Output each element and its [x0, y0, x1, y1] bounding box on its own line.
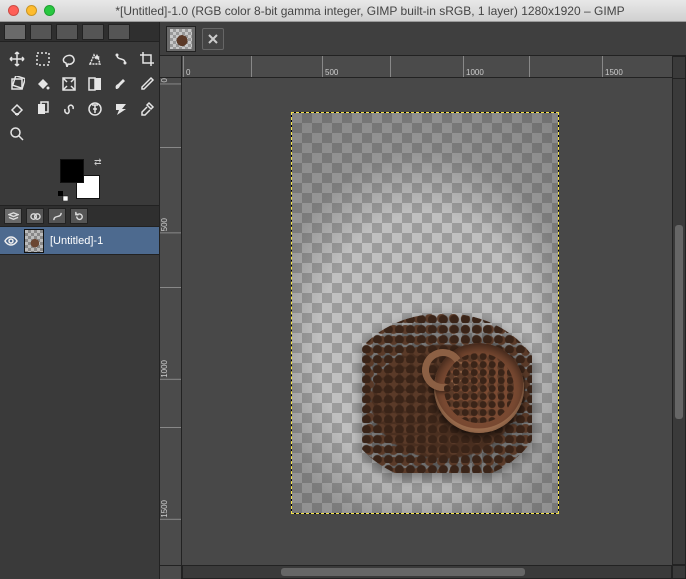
canvas-navigation-button[interactable] — [672, 565, 686, 579]
document-tab-thumbnail — [170, 29, 192, 49]
document-tab-1[interactable] — [166, 26, 196, 52]
toolbox-shelf-tab-3[interactable] — [56, 24, 78, 40]
warp-icon[interactable] — [58, 73, 80, 95]
color-swatches: ⇄ — [0, 153, 159, 205]
channels-tab[interactable] — [26, 208, 44, 224]
window-titlebar: *[Untitled]-1.0 (RGB color 8-bit gamma i… — [0, 0, 686, 22]
layer-thumbnail — [24, 229, 44, 253]
smudge-icon[interactable] — [58, 98, 80, 120]
crop-icon[interactable] — [136, 48, 158, 70]
reset-colors-icon[interactable] — [58, 191, 68, 201]
ruler-tick: 1000 — [463, 56, 484, 77]
gradient-icon[interactable] — [84, 73, 106, 95]
ruler-v-bottom-cap — [160, 565, 182, 579]
ruler-tick: 1000 — [160, 360, 181, 380]
minimize-window-button[interactable] — [26, 5, 37, 16]
ruler-tick — [529, 56, 532, 77]
ruler-tick — [251, 56, 254, 77]
ruler-tick: 1500 — [160, 500, 181, 520]
ruler-tick: 500 — [160, 218, 181, 233]
layers-dock-tabs — [0, 205, 159, 227]
close-document-button[interactable] — [202, 28, 224, 50]
toolbox-shelf-tabs — [0, 22, 159, 42]
move-tool-icon[interactable] — [6, 48, 28, 70]
zoom-window-button[interactable] — [44, 5, 55, 16]
horizontal-scrollbar-thumb[interactable] — [281, 568, 525, 576]
toolbox — [0, 42, 159, 149]
ruler-tick — [160, 286, 181, 288]
vertical-ruler[interactable]: 0 500 1000 1500 — [160, 78, 182, 565]
unified-transform-icon[interactable] — [6, 73, 28, 95]
heal-icon[interactable] — [84, 98, 106, 120]
layers-tab[interactable] — [4, 208, 22, 224]
scrollbar-v-top-cap — [672, 56, 686, 78]
clone-icon[interactable] — [32, 98, 54, 120]
canvas-pane: 0 500 1000 1500 0 500 1000 1500 — [160, 22, 686, 579]
swap-colors-icon[interactable]: ⇄ — [94, 157, 102, 168]
ruler-tick — [390, 56, 393, 77]
toolbox-shelf-tab-2[interactable] — [30, 24, 52, 40]
ruler-tick: 1500 — [602, 56, 623, 77]
image-content-subject — [362, 303, 532, 473]
image-content-vignette — [292, 113, 558, 513]
undo-history-tab[interactable] — [70, 208, 88, 224]
rectangle-select-icon[interactable] — [32, 48, 54, 70]
paths-icon[interactable] — [110, 48, 132, 70]
ruler-origin-toggle[interactable] — [160, 56, 182, 78]
window-title: *[Untitled]-1.0 (RGB color 8-bit gamma i… — [62, 4, 678, 18]
horizontal-ruler[interactable]: 0 500 1000 1500 — [182, 56, 672, 78]
layer-name-label[interactable]: [Untitled]-1 — [50, 235, 103, 247]
eraser-icon[interactable] — [6, 98, 28, 120]
fuzzy-select-icon[interactable] — [84, 48, 106, 70]
layers-panel: [Untitled]-1 — [0, 227, 159, 579]
ruler-tick — [160, 146, 181, 148]
paintbrush-icon[interactable] — [110, 73, 132, 95]
eye-icon[interactable] — [4, 234, 18, 248]
ruler-tick: 0 — [160, 78, 181, 84]
text-icon[interactable] — [110, 98, 132, 120]
layer-row[interactable]: [Untitled]-1 — [0, 227, 159, 255]
vertical-scrollbar[interactable] — [672, 78, 686, 565]
image-canvas[interactable] — [292, 113, 558, 513]
paths-tab[interactable] — [48, 208, 66, 224]
document-tabs — [160, 22, 686, 56]
pencil-icon[interactable] — [136, 73, 158, 95]
traffic-lights — [8, 5, 55, 16]
color-picker-icon[interactable] — [136, 98, 158, 120]
close-window-button[interactable] — [8, 5, 19, 16]
canvas-viewport[interactable] — [182, 78, 672, 565]
ruler-tick — [160, 426, 181, 428]
bucket-fill-icon[interactable] — [32, 73, 54, 95]
vertical-scrollbar-thumb[interactable] — [675, 225, 683, 419]
left-dock: ⇄ [Untitled]-1 — [0, 22, 160, 579]
foreground-color-swatch[interactable] — [60, 159, 84, 183]
ruler-tick: 0 — [183, 56, 190, 77]
ruler-tick: 500 — [322, 56, 338, 77]
free-select-icon[interactable] — [58, 48, 80, 70]
horizontal-scrollbar[interactable] — [182, 565, 672, 579]
toolbox-shelf-tab-5[interactable] — [108, 24, 130, 40]
toolbox-shelf-tab-1[interactable] — [4, 24, 26, 40]
zoom-icon[interactable] — [6, 123, 28, 145]
toolbox-shelf-tab-4[interactable] — [82, 24, 104, 40]
